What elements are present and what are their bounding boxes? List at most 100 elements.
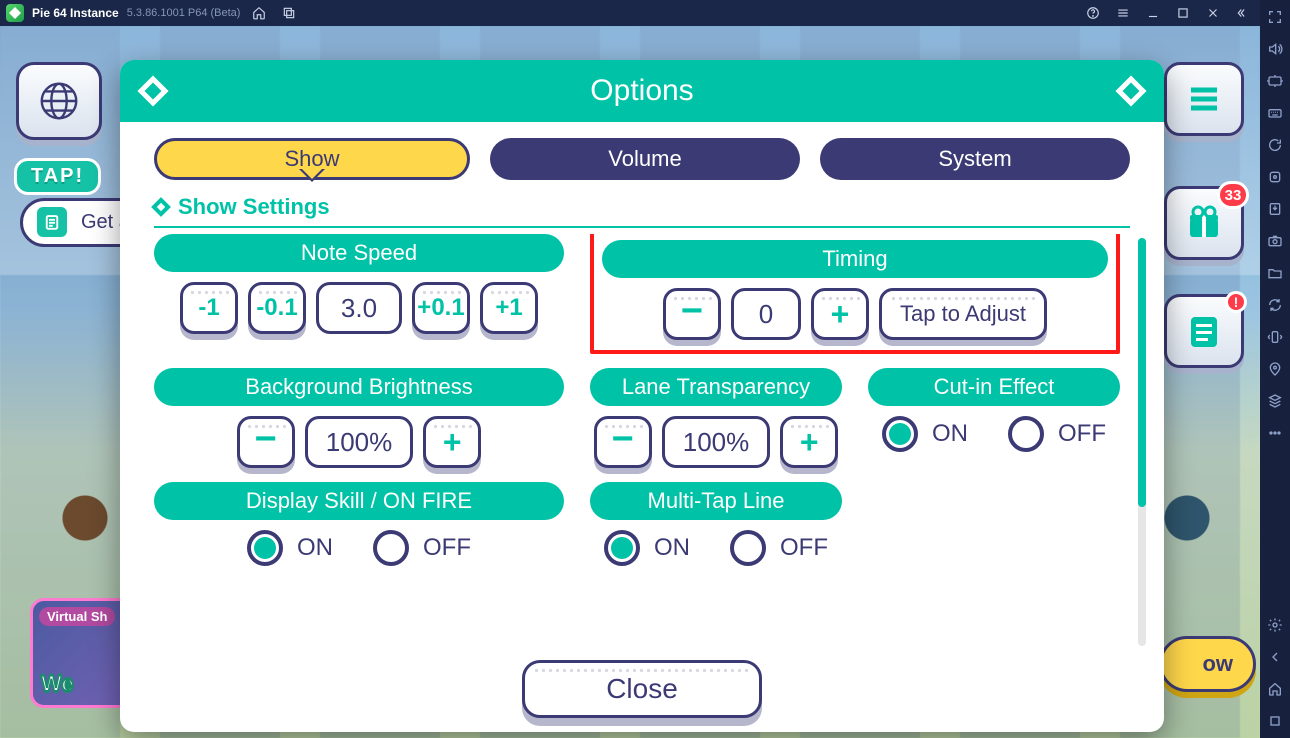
multi-instance-icon[interactable] <box>1264 390 1286 412</box>
note-speed-value: 3.0 <box>316 282 402 334</box>
timing-plus[interactable]: + <box>811 288 869 340</box>
multitap-line-group: Multi-Tap Line ON OFF <box>590 482 842 566</box>
cutin-off[interactable]: OFF <box>1008 416 1106 452</box>
instance-version: 5.3.86.1001 P64 (Beta) <box>127 7 241 19</box>
lane-transparency-plus[interactable]: + <box>780 416 838 468</box>
back-icon[interactable] <box>1264 646 1286 668</box>
close-button[interactable]: Close <box>522 660 762 718</box>
settings-scroll-area: Note Speed -1 -0.1 3.0 +0.1 +1 Timing <box>120 234 1164 650</box>
recents-icon[interactable] <box>278 2 300 24</box>
note-speed-minus-0-1[interactable]: -0.1 <box>248 282 306 334</box>
screenshot-icon[interactable] <box>1264 230 1286 252</box>
options-modal-header: Options <box>120 60 1164 122</box>
options-title: Options <box>590 74 693 108</box>
fullscreen-icon[interactable] <box>1264 6 1286 28</box>
volume-icon[interactable] <box>1264 38 1286 60</box>
bg-brightness-value: 100% <box>305 416 414 468</box>
diamond-icon <box>137 75 168 106</box>
bg-brightness-group: Background Brightness − 100% + <box>154 368 564 468</box>
bg-brightness-plus[interactable]: + <box>423 416 481 468</box>
scrollbar[interactable] <box>1138 238 1146 646</box>
section-divider <box>154 226 1130 228</box>
section-title-text: Show Settings <box>178 194 330 220</box>
ellipsis-icon[interactable] <box>1264 422 1286 444</box>
collapse-rail-icon[interactable] <box>1232 2 1254 24</box>
timing-header: Timing <box>602 240 1108 278</box>
multitap-header: Multi-Tap Line <box>590 482 842 520</box>
menu-button[interactable] <box>1164 62 1244 136</box>
media-folder-icon[interactable] <box>1264 262 1286 284</box>
location-icon[interactable] <box>1264 358 1286 380</box>
gift-badge-count: 33 <box>1217 181 1249 209</box>
cutin-on[interactable]: ON <box>882 416 968 452</box>
titlebar: Pie 64 Instance 5.3.86.1001 P64 (Beta) <box>0 0 1260 26</box>
display-skill-off[interactable]: OFF <box>373 530 471 566</box>
shake-icon[interactable] <box>1264 326 1286 348</box>
help-icon[interactable] <box>1082 2 1104 24</box>
bluestacks-logo-icon <box>6 4 24 22</box>
rotate-icon[interactable] <box>1264 294 1286 316</box>
gift-button[interactable]: 33 <box>1164 186 1244 260</box>
mission-list-button[interactable]: ! <box>1164 294 1244 368</box>
welcome-text: We <box>41 671 74 697</box>
bottom-right-pill[interactable]: ow <box>1159 636 1256 692</box>
section-title: Show Settings <box>154 194 1130 220</box>
note-speed-plus-1[interactable]: +1 <box>480 282 538 334</box>
note-speed-group: Note Speed -1 -0.1 3.0 +0.1 +1 <box>154 234 564 354</box>
bottom-right-pill-label: ow <box>1202 651 1233 676</box>
android-recents-icon[interactable] <box>1264 710 1286 732</box>
close-row: Close <box>120 650 1164 732</box>
globe-button[interactable] <box>16 62 102 140</box>
lane-transparency-minus[interactable]: − <box>594 416 652 468</box>
lane-transparency-value: 100% <box>662 416 771 468</box>
display-skill-header: Display Skill / ON FIRE <box>154 482 564 520</box>
timing-minus[interactable]: − <box>663 288 721 340</box>
virtual-show-tag: Virtual Sh <box>39 607 115 626</box>
install-apk-icon[interactable] <box>1264 198 1286 220</box>
lane-transparency-header: Lane Transparency <box>590 368 842 406</box>
timing-group: Timing − 0 + Tap to Adjust <box>590 234 1120 354</box>
android-home-icon[interactable] <box>1264 678 1286 700</box>
macro-icon[interactable] <box>1264 166 1286 188</box>
keyboard-icon[interactable] <box>1264 102 1286 124</box>
settings-gear-icon[interactable] <box>1264 614 1286 636</box>
multitap-off[interactable]: OFF <box>730 530 828 566</box>
diamond-bullet-icon <box>151 197 171 217</box>
timing-highlight: Timing − 0 + Tap to Adjust <box>590 234 1120 354</box>
bg-brightness-header: Background Brightness <box>154 368 564 406</box>
close-window-icon[interactable] <box>1202 2 1224 24</box>
tabs-row: Show Volume System <box>120 122 1164 188</box>
tab-volume[interactable]: Volume <box>490 138 800 180</box>
tap-to-adjust-button[interactable]: Tap to Adjust <box>879 288 1047 340</box>
timing-value: 0 <box>731 288 801 340</box>
multitap-on[interactable]: ON <box>604 530 690 566</box>
maximize-icon[interactable] <box>1172 2 1194 24</box>
minimize-icon[interactable] <box>1142 2 1164 24</box>
cutin-header: Cut-in Effect <box>868 368 1120 406</box>
side-toolbar <box>1260 0 1290 738</box>
note-speed-header: Note Speed <box>154 234 564 272</box>
bg-brightness-minus[interactable]: − <box>237 416 295 468</box>
empty-cell <box>868 482 1120 566</box>
tab-show[interactable]: Show <box>154 138 470 180</box>
clipboard-icon <box>37 207 67 237</box>
lane-transparency-group: Lane Transparency − 100% + <box>590 368 842 468</box>
options-modal: Options Show Volume System Show Settings… <box>120 60 1164 732</box>
sync-icon[interactable] <box>1264 134 1286 156</box>
mission-alert-badge: ! <box>1225 291 1247 313</box>
note-speed-plus-0-1[interactable]: +0.1 <box>412 282 470 334</box>
display-skill-group: Display Skill / ON FIRE ON OFF <box>154 482 564 566</box>
character-left <box>50 488 120 588</box>
instance-title: Pie 64 Instance <box>32 6 119 20</box>
cutin-effect-group: Cut-in Effect ON OFF <box>868 368 1120 468</box>
note-speed-minus-1[interactable]: -1 <box>180 282 238 334</box>
emulator-window: Pie 64 Instance 5.3.86.1001 P64 (Beta) T… <box>0 0 1260 738</box>
diamond-icon <box>1115 75 1146 106</box>
game-viewport: TAP! Get a Virtual Sh We 33 ! ow <box>0 26 1260 738</box>
lock-cursor-icon[interactable] <box>1264 70 1286 92</box>
tab-system[interactable]: System <box>820 138 1130 180</box>
home-icon[interactable] <box>248 2 270 24</box>
hamburger-icon[interactable] <box>1112 2 1134 24</box>
display-skill-on[interactable]: ON <box>247 530 333 566</box>
tap-badge: TAP! <box>14 158 101 195</box>
